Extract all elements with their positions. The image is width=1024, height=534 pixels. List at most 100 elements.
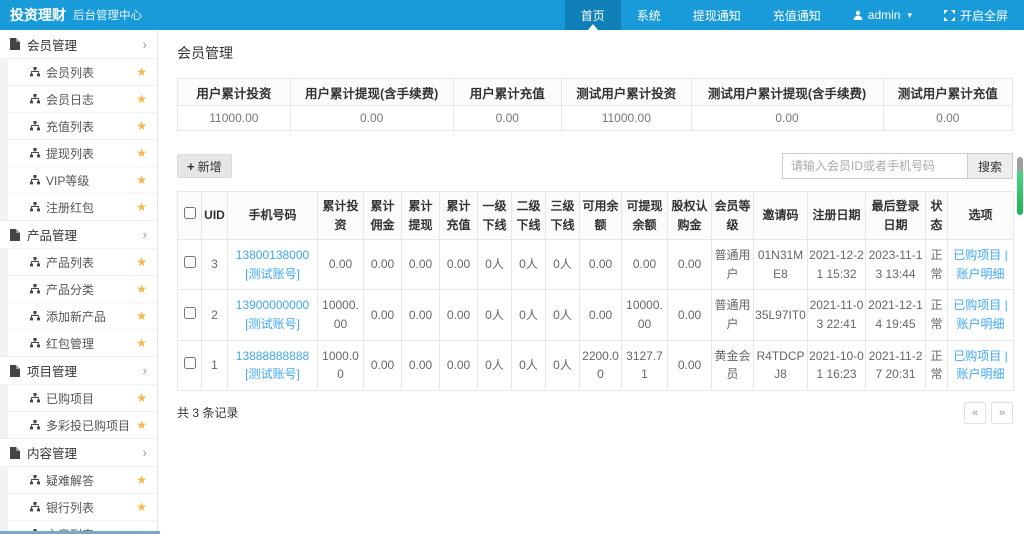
vertical-scrollbar[interactable] xyxy=(1017,157,1023,215)
sidebar-item-bank-list[interactable]: 银行列表 ★ xyxy=(8,493,157,520)
brand: 投资理财 后台管理中心 xyxy=(0,0,142,30)
chevron-right-icon: › xyxy=(143,446,147,459)
table-footer: 共 3 条记录 « » xyxy=(177,402,1013,424)
scrollbar-thumb-green[interactable] xyxy=(1017,171,1023,215)
sidebar-item-vip-level[interactable]: VIP等级 ★ xyxy=(8,166,157,193)
table-row: 2 13900000000 [测试账号] 10000.00 0.00 0.00 … xyxy=(178,290,1014,340)
summary-header: 测试用户累计充值 xyxy=(883,79,1012,106)
nav-item-recharge-notice[interactable]: 充值通知 xyxy=(757,0,837,30)
purchased-projects-link[interactable]: 已购项目 xyxy=(953,349,1001,363)
summary-header: 用户累计充值 xyxy=(453,79,562,106)
top-navbar: 投资理财 后台管理中心 首页 系统 提现通知 充值通知 admin ▾ 开启全屏 xyxy=(0,0,1024,30)
sitemap-icon xyxy=(30,175,40,185)
prev-page-button[interactable]: « xyxy=(964,402,986,424)
sitemap-icon xyxy=(30,502,40,512)
next-page-button[interactable]: » xyxy=(991,402,1013,424)
select-all-cell xyxy=(178,192,202,240)
search-group: 搜索 xyxy=(782,153,1013,179)
summary-value-row: 11000.00 0.00 0.00 11000.00 0.00 0.00 xyxy=(178,106,1013,131)
admin-dropdown[interactable]: admin ▾ xyxy=(837,0,928,30)
toolbar: +新增 搜索 xyxy=(177,153,1013,179)
sitemap-icon xyxy=(30,148,40,158)
sidebar-item-product-list[interactable]: 产品列表 ★ xyxy=(8,248,157,275)
star-icon[interactable]: ★ xyxy=(136,391,147,405)
sidebar-item-withdraw-list[interactable]: 提现列表 ★ xyxy=(8,139,157,166)
sitemap-icon xyxy=(30,284,40,294)
add-button[interactable]: +新增 xyxy=(177,154,232,178)
star-icon[interactable]: ★ xyxy=(136,200,147,214)
star-icon[interactable]: ★ xyxy=(136,336,147,350)
sidebar-item-add-product[interactable]: 添加新产品 ★ xyxy=(8,302,157,329)
phone-link[interactable]: 13900000000 [测试账号] xyxy=(236,298,309,331)
sitemap-icon xyxy=(30,67,40,77)
table-row: 3 13800138000 [测试账号] 0.00 0.00 0.00 0.00… xyxy=(178,240,1014,290)
star-icon[interactable]: ★ xyxy=(136,418,147,432)
sidebar-item-purchased-projects[interactable]: 已购项目 ★ xyxy=(8,384,157,411)
brand-subtitle: 后台管理中心 xyxy=(73,7,142,23)
sidebar-item-redpacket-mgmt[interactable]: 红包管理 ★ xyxy=(8,329,157,356)
sidebar: 会员管理 › 会员列表 ★ 会员日志 ★ 充值列表 ★ 提现列表 ★ VIP等级… xyxy=(0,30,158,534)
star-icon[interactable]: ★ xyxy=(136,119,147,133)
search-input[interactable] xyxy=(782,153,967,179)
star-icon[interactable]: ★ xyxy=(136,282,147,296)
summary-header: 用户累计提现(含手续费) xyxy=(290,79,453,106)
row-options: 已购项目 | 账户明细 xyxy=(948,290,1014,340)
fullscreen-icon xyxy=(944,10,955,21)
sitemap-icon xyxy=(30,420,40,430)
nav-item-home[interactable]: 首页 xyxy=(565,0,621,30)
sitemap-icon xyxy=(30,202,40,212)
pagination: « » xyxy=(964,402,1013,424)
account-detail-link[interactable]: 账户明细 xyxy=(956,317,1004,331)
sidebar-item-duocaitou-purchased[interactable]: 多彩投已购项目 ★ xyxy=(8,411,157,438)
folder-file-icon xyxy=(10,229,20,241)
search-button[interactable]: 搜索 xyxy=(967,153,1013,179)
record-count: 共 3 条记录 xyxy=(177,404,238,421)
star-icon[interactable]: ★ xyxy=(136,146,147,160)
sidebar-section-member-mgmt[interactable]: 会员管理 › xyxy=(0,30,157,58)
nav-item-withdraw-notice[interactable]: 提现通知 xyxy=(677,0,757,30)
account-detail-link[interactable]: 账户明细 xyxy=(956,367,1004,381)
star-icon[interactable]: ★ xyxy=(136,65,147,79)
sidebar-item-recharge-list[interactable]: 充值列表 ★ xyxy=(8,112,157,139)
sidebar-item-register-redpacket[interactable]: 注册红包 ★ xyxy=(8,193,157,220)
submenu-content-mgmt: 疑难解答 ★ 银行列表 ★ 文章列表 ★ xyxy=(0,466,157,534)
summary-header-row: 用户累计投资 用户累计提现(含手续费) 用户累计充值 测试用户累计投资 测试用户… xyxy=(178,79,1013,106)
sidebar-item-faq[interactable]: 疑难解答 ★ xyxy=(8,466,157,493)
table-header-row: UID 手机号码 累计投资 累计佣金 累计提现 累计充值 一级下线 二级下线 三… xyxy=(178,192,1014,240)
row-checkbox[interactable] xyxy=(184,256,196,268)
select-all-checkbox[interactable] xyxy=(184,207,196,219)
sitemap-icon xyxy=(30,311,40,321)
star-icon[interactable]: ★ xyxy=(136,473,147,487)
sidebar-section-product-mgmt[interactable]: 产品管理 › xyxy=(0,220,157,248)
table-row: 1 13888888888 [测试账号] 1000.00 0.00 0.00 0… xyxy=(178,340,1014,390)
fullscreen-button[interactable]: 开启全屏 xyxy=(928,0,1024,30)
row-checkbox[interactable] xyxy=(184,357,196,369)
purchased-projects-link[interactable]: 已购项目 xyxy=(953,248,1001,262)
submenu-member-mgmt: 会员列表 ★ 会员日志 ★ 充值列表 ★ 提现列表 ★ VIP等级 ★ 注册红包… xyxy=(0,58,157,220)
sidebar-item-member-list[interactable]: 会员列表 ★ xyxy=(8,58,157,85)
summary-value: 11000.00 xyxy=(562,106,691,131)
row-options: 已购项目 | 账户明细 xyxy=(948,240,1014,290)
star-icon[interactable]: ★ xyxy=(136,173,147,187)
scrollbar-cap xyxy=(1017,157,1023,171)
sitemap-icon xyxy=(30,393,40,403)
sidebar-section-content-mgmt[interactable]: 内容管理 › xyxy=(0,438,157,466)
sitemap-icon xyxy=(30,121,40,131)
account-detail-link[interactable]: 账户明细 xyxy=(956,267,1004,281)
star-icon[interactable]: ★ xyxy=(136,500,147,514)
chevron-right-icon: › xyxy=(143,364,147,377)
purchased-projects-link[interactable]: 已购项目 xyxy=(953,298,1001,312)
phone-link[interactable]: 13888888888 [测试账号] xyxy=(236,349,309,382)
phone-link[interactable]: 13800138000 [测试账号] xyxy=(236,248,309,281)
plus-icon: + xyxy=(187,159,195,174)
sidebar-item-product-category[interactable]: 产品分类 ★ xyxy=(8,275,157,302)
sitemap-icon xyxy=(30,475,40,485)
row-checkbox[interactable] xyxy=(184,307,196,319)
star-icon[interactable]: ★ xyxy=(136,92,147,106)
sidebar-section-project-mgmt[interactable]: 项目管理 › xyxy=(0,356,157,384)
submenu-product-mgmt: 产品列表 ★ 产品分类 ★ 添加新产品 ★ 红包管理 ★ xyxy=(0,248,157,356)
star-icon[interactable]: ★ xyxy=(136,255,147,269)
nav-item-system[interactable]: 系统 xyxy=(621,0,677,30)
star-icon[interactable]: ★ xyxy=(136,309,147,323)
sidebar-item-member-log[interactable]: 会员日志 ★ xyxy=(8,85,157,112)
